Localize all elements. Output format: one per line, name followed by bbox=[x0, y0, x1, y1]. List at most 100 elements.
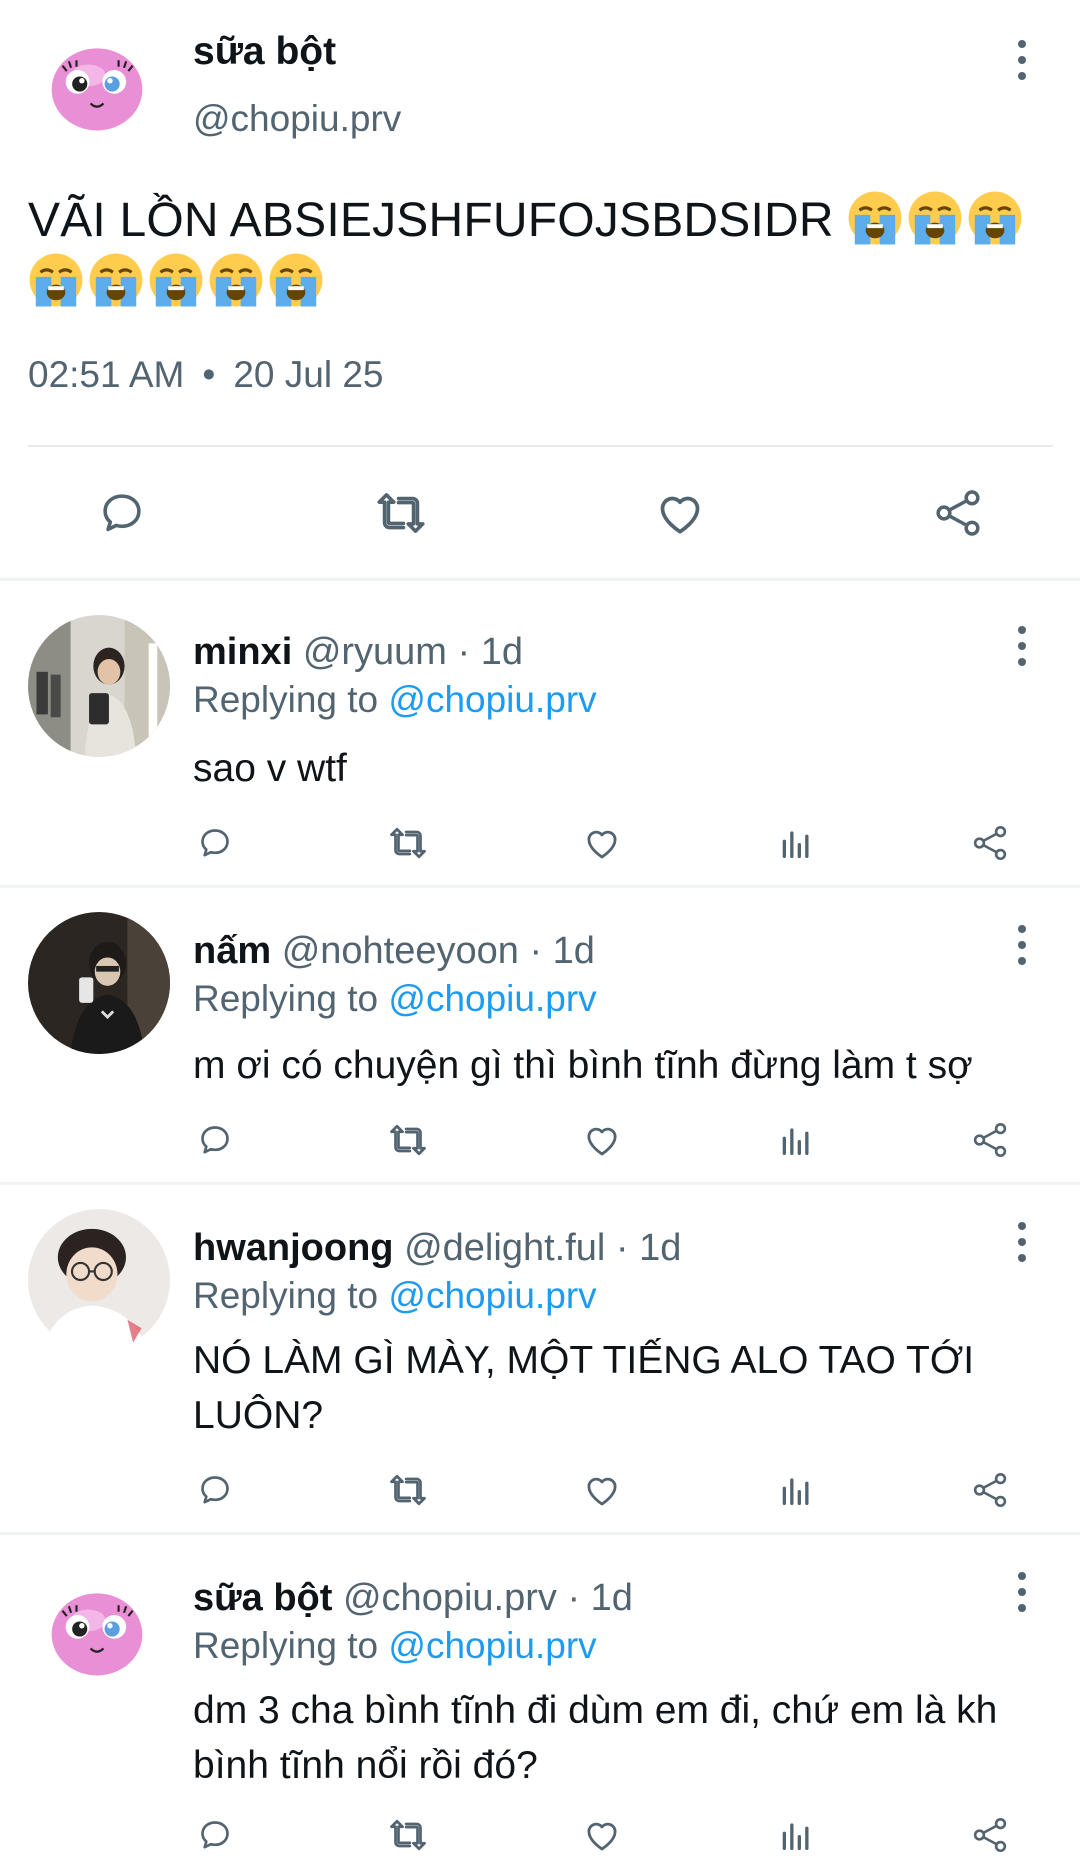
more-options-icon[interactable] bbox=[1007, 920, 1037, 970]
replying-to: Replying to @chopiu.prv bbox=[193, 1625, 597, 1667]
reply-item[interactable]: hwanjoong @delight.ful · 1d Replying to … bbox=[0, 1185, 1080, 1532]
glasses-portrait-avatar-image bbox=[28, 1209, 170, 1351]
views-icon[interactable] bbox=[766, 1110, 826, 1170]
reply-age: · 1d bbox=[518, 930, 595, 972]
loudly-crying-face-icon bbox=[28, 252, 84, 308]
reply-actions bbox=[0, 1805, 1080, 1865]
reply-age: · 1d bbox=[556, 1577, 633, 1619]
reply-text: dm 3 cha bình tĩnh đi dùm em đi, chứ em … bbox=[193, 1683, 1043, 1793]
reply-header: nấm @nohteeyoon · 1d bbox=[193, 930, 595, 973]
tweet-date: 20 Jul 25 bbox=[233, 354, 384, 395]
reply-icon[interactable] bbox=[185, 1805, 245, 1865]
replying-to: Replying to @chopiu.prv bbox=[193, 978, 597, 1020]
mention-link[interactable]: @chopiu.prv bbox=[388, 679, 596, 720]
tweet-text-body: VÃI LỒN ABSIEJSHFUFOJSBDSIDR bbox=[28, 194, 834, 247]
reply-age: · 1d bbox=[605, 1227, 682, 1269]
views-icon[interactable] bbox=[766, 1460, 826, 1520]
reply-text-line: bình tĩnh nổi rồi đó? bbox=[193, 1744, 538, 1787]
more-options-icon[interactable] bbox=[1007, 621, 1037, 671]
reply-header: hwanjoong @delight.ful · 1d bbox=[193, 1227, 681, 1270]
reply-actions bbox=[0, 813, 1080, 873]
reply-item[interactable]: sữa bột @chopiu.prv · 1d Replying to @ch… bbox=[0, 1535, 1080, 1876]
avatar[interactable] bbox=[28, 1209, 170, 1351]
replying-to-label: Replying to bbox=[193, 978, 389, 1019]
reply-text: NÓ LÀM GÌ MÀY, MỘT TIẾNG ALO TAO TỚI LUÔ… bbox=[193, 1333, 1043, 1443]
avatar[interactable] bbox=[43, 1575, 151, 1683]
display-name[interactable]: minxi bbox=[193, 631, 292, 673]
reply-text-line: LUÔN? bbox=[193, 1394, 324, 1437]
mention-link[interactable]: @chopiu.prv bbox=[388, 1625, 596, 1666]
retweet-icon[interactable] bbox=[378, 1805, 438, 1865]
retweet-icon[interactable] bbox=[371, 483, 431, 543]
mention-link[interactable]: @chopiu.prv bbox=[388, 978, 596, 1019]
user-handle[interactable]: @chopiu.prv bbox=[343, 1577, 557, 1619]
cute-face-avatar-image bbox=[43, 30, 151, 138]
retweet-icon[interactable] bbox=[378, 1110, 438, 1170]
reply-icon[interactable] bbox=[185, 1110, 245, 1170]
avatar[interactable] bbox=[28, 615, 170, 757]
display-name[interactable]: hwanjoong bbox=[193, 1227, 394, 1269]
tweet-thread-page: sữa bột @chopiu.prv VÃI LỒN ABSIEJSHFUFO… bbox=[0, 0, 1080, 1876]
replying-to: Replying to @chopiu.prv bbox=[193, 1275, 597, 1317]
display-name[interactable]: sữa bột bbox=[193, 30, 336, 74]
reply-item[interactable]: minxi @ryuum · 1d Replying to @chopiu.pr… bbox=[0, 581, 1080, 885]
avatar[interactable] bbox=[43, 30, 151, 138]
like-icon[interactable] bbox=[572, 813, 632, 873]
reply-text: m ơi có chuyện gì thì bình tĩnh đừng làm… bbox=[193, 1044, 973, 1087]
share-icon[interactable] bbox=[960, 1110, 1020, 1170]
avatar[interactable] bbox=[28, 912, 170, 1054]
user-handle[interactable]: @nohteeyoon bbox=[282, 930, 519, 972]
tweet-text: VÃI LỒN ABSIEJSHFUFOJSBDSIDR bbox=[28, 190, 1058, 314]
more-options-icon[interactable] bbox=[1007, 1217, 1037, 1267]
reply-icon[interactable] bbox=[92, 483, 152, 543]
retweet-icon[interactable] bbox=[378, 1460, 438, 1520]
cute-face-avatar-image bbox=[43, 1575, 151, 1683]
share-icon[interactable] bbox=[928, 483, 988, 543]
reply-age: · 1d bbox=[446, 631, 524, 673]
reply-text-line: NÓ LÀM GÌ MÀY, MỘT TIẾNG ALO TAO TỚI bbox=[193, 1339, 975, 1382]
loudly-crying-face-icon bbox=[268, 252, 324, 308]
reply-actions bbox=[0, 1460, 1080, 1520]
user-handle[interactable]: @ryuum bbox=[303, 631, 447, 673]
user-handle[interactable]: @delight.ful bbox=[404, 1227, 605, 1269]
share-icon[interactable] bbox=[960, 1805, 1020, 1865]
more-options-icon[interactable] bbox=[1007, 1567, 1037, 1617]
loudly-crying-face-icon bbox=[847, 190, 903, 246]
main-tweet-actions bbox=[0, 478, 1080, 548]
user-handle[interactable]: @chopiu.prv bbox=[193, 98, 401, 140]
reply-item[interactable]: nấm @nohteeyoon · 1d Replying to @chopiu… bbox=[0, 888, 1080, 1182]
share-icon[interactable] bbox=[960, 813, 1020, 873]
more-options-icon[interactable] bbox=[1007, 35, 1037, 85]
retweet-icon[interactable] bbox=[378, 813, 438, 873]
like-icon[interactable] bbox=[572, 1110, 632, 1170]
loudly-crying-face-icon bbox=[88, 252, 144, 308]
dark-selfie-avatar-image bbox=[28, 912, 170, 1054]
like-icon[interactable] bbox=[572, 1805, 632, 1865]
display-name[interactable]: sữa bột bbox=[193, 1577, 332, 1619]
meta-separator: • bbox=[202, 354, 216, 395]
reply-header: minxi @ryuum · 1d bbox=[193, 631, 523, 674]
display-name[interactable]: nấm bbox=[193, 930, 271, 972]
views-icon[interactable] bbox=[766, 1805, 826, 1865]
loudly-crying-face-icon bbox=[907, 190, 963, 246]
loudly-crying-face-icon bbox=[208, 252, 264, 308]
loudly-crying-face-icon bbox=[148, 252, 204, 308]
views-icon[interactable] bbox=[766, 813, 826, 873]
reply-actions bbox=[0, 1110, 1080, 1170]
replying-to: Replying to @chopiu.prv bbox=[193, 679, 597, 721]
reply-icon[interactable] bbox=[185, 1460, 245, 1520]
share-icon[interactable] bbox=[960, 1460, 1020, 1520]
replying-to-label: Replying to bbox=[193, 679, 389, 720]
loudly-crying-face-icon bbox=[967, 190, 1023, 246]
tweet-timestamp[interactable]: 02:51 AM • 20 Jul 25 bbox=[28, 354, 383, 396]
replying-to-label: Replying to bbox=[193, 1625, 389, 1666]
mention-link[interactable]: @chopiu.prv bbox=[388, 1275, 596, 1316]
reply-text-line: dm 3 cha bình tĩnh đi dùm em đi, chứ em … bbox=[193, 1689, 998, 1732]
like-icon[interactable] bbox=[650, 483, 710, 543]
reply-text: sao v wtf bbox=[193, 747, 347, 790]
tweet-time: 02:51 AM bbox=[28, 354, 185, 395]
like-icon[interactable] bbox=[572, 1460, 632, 1520]
main-tweet: sữa bột @chopiu.prv VÃI LỒN ABSIEJSHFUFO… bbox=[0, 0, 1080, 578]
divider bbox=[28, 445, 1053, 447]
reply-icon[interactable] bbox=[185, 813, 245, 873]
